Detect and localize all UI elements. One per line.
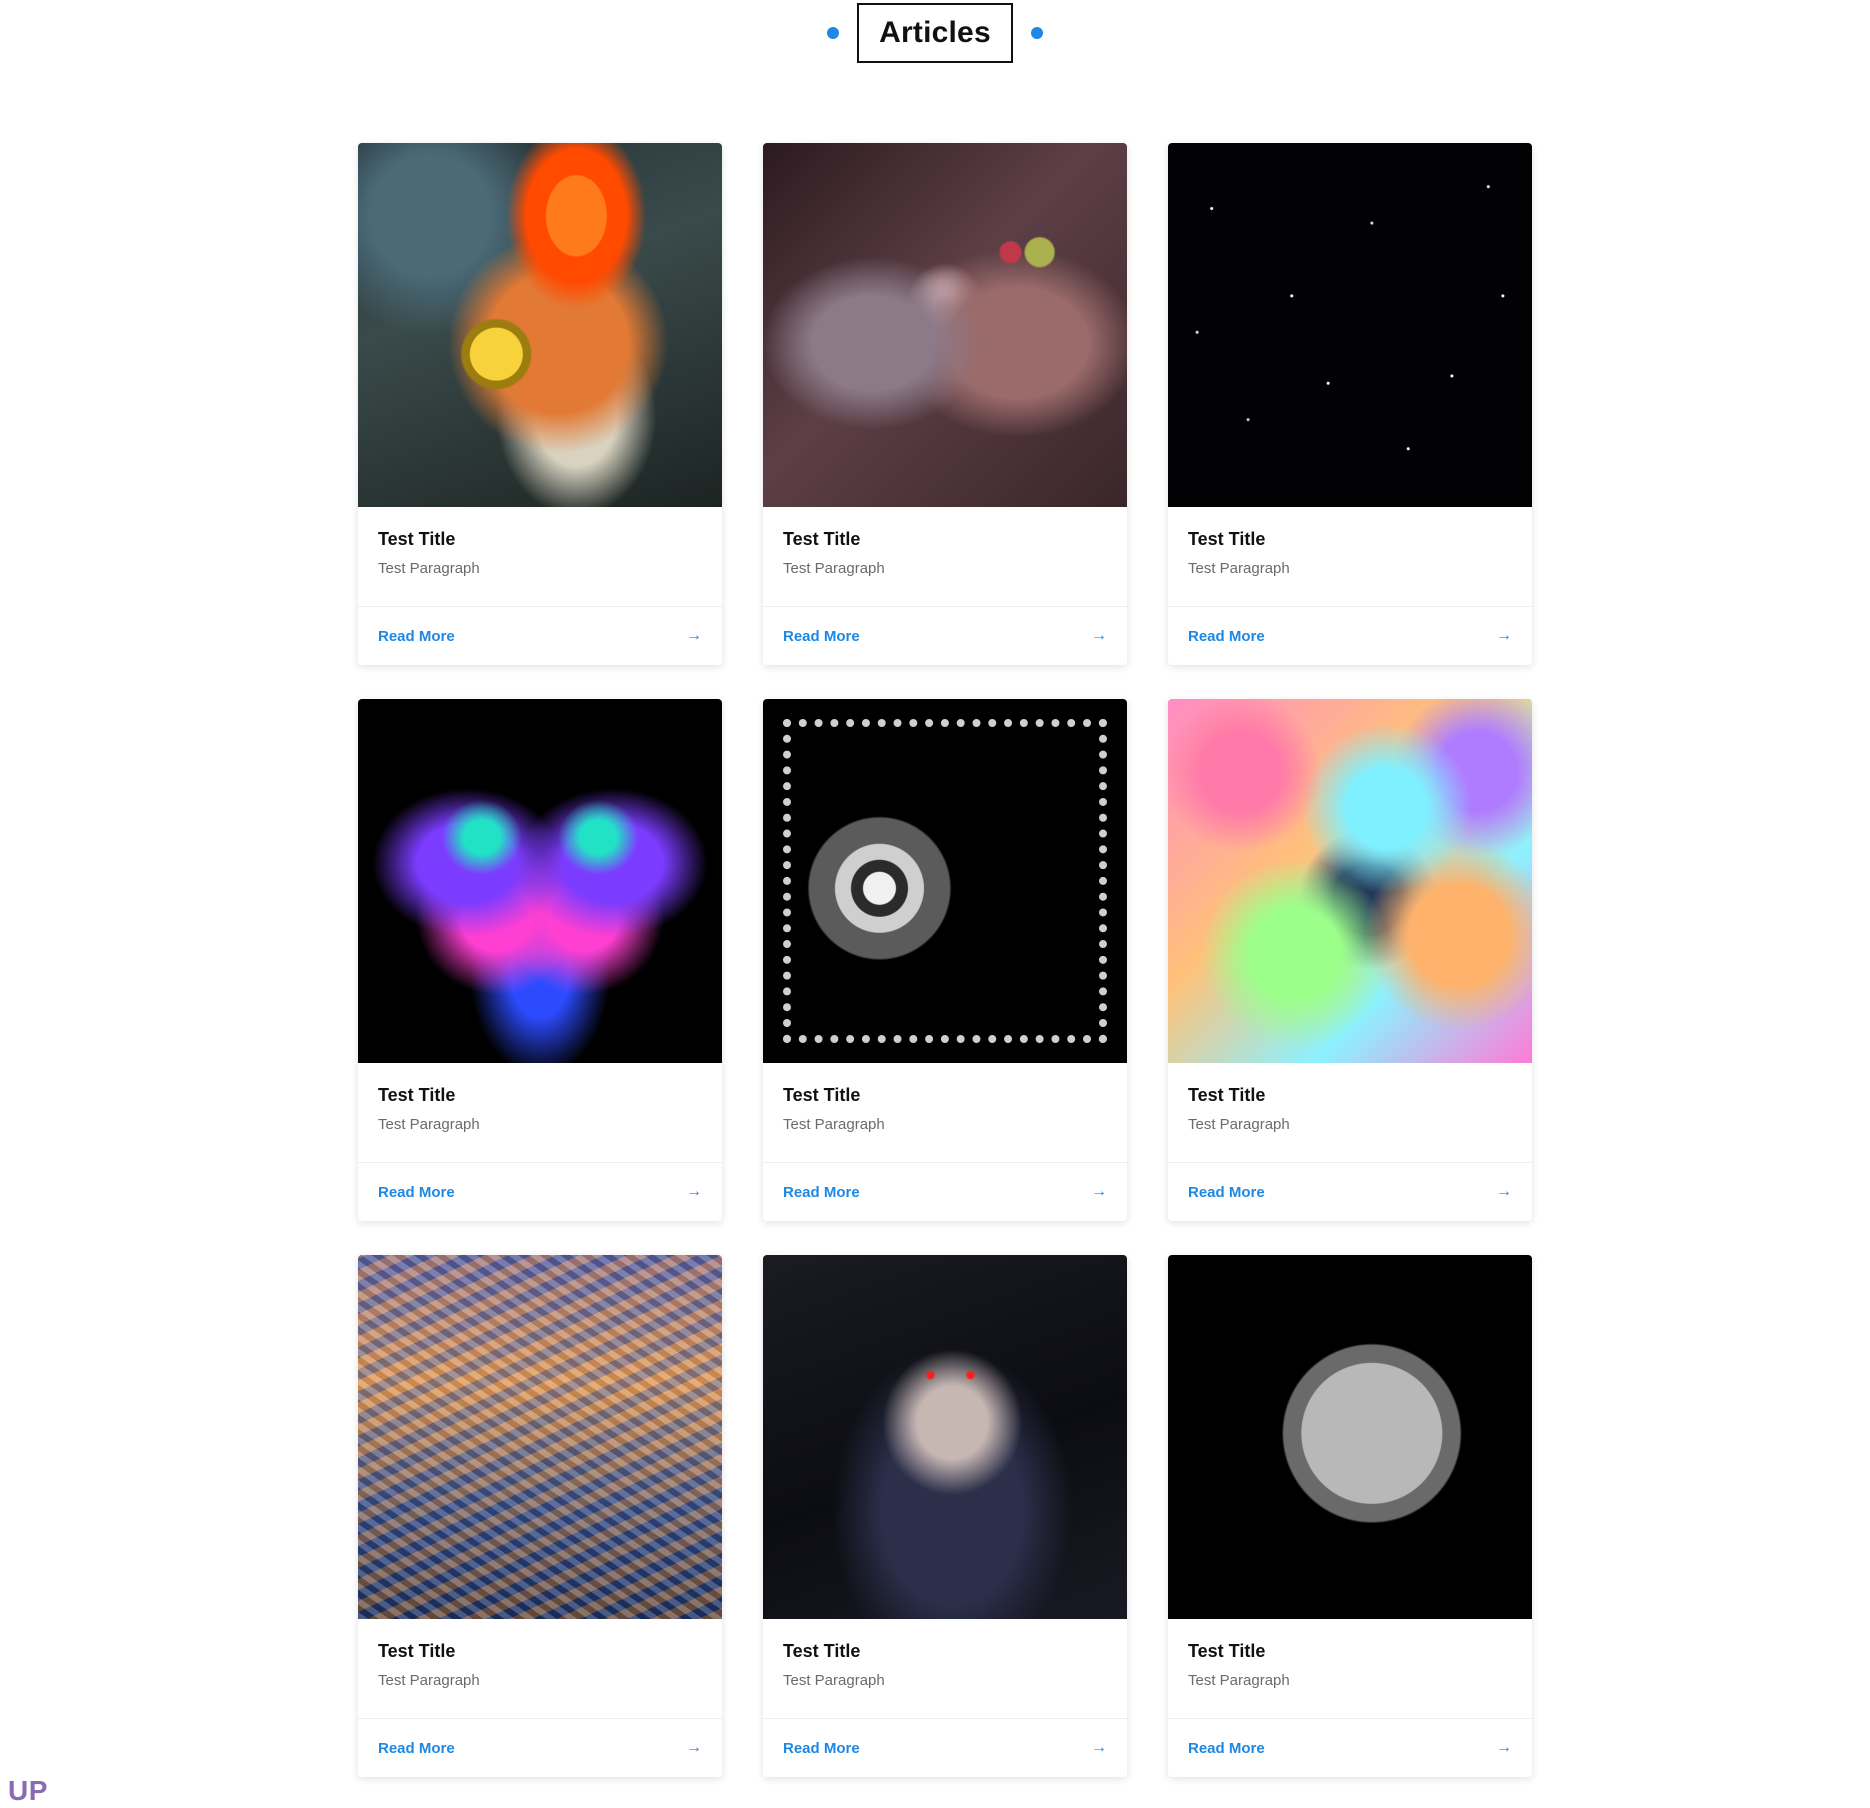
arrow-right-icon[interactable]: → <box>686 1739 702 1757</box>
read-more-link[interactable]: Read More <box>1188 628 1265 645</box>
article-card-footer: Read More → <box>358 1163 722 1221</box>
article-image-colorful-clouds[interactable] <box>1168 699 1532 1063</box>
right-dot-icon <box>1030 27 1043 39</box>
article-card-body: Test Title Test Paragraph <box>763 1063 1127 1163</box>
article-card-2: Test Title Test Paragraph Read More → <box>763 143 1127 665</box>
article-card-8: Test Title Test Paragraph Read More → <box>763 1255 1127 1777</box>
article-image-armored-villain[interactable] <box>763 143 1127 507</box>
article-image-mechanical-skull[interactable] <box>763 699 1127 1063</box>
read-more-link[interactable]: Read More <box>783 628 860 645</box>
article-card-9: Test Title Test Paragraph Read More → <box>1168 1255 1532 1777</box>
article-card-body: Test Title Test Paragraph <box>1168 1619 1532 1719</box>
page: Articles Test Title Test Paragraph Read … <box>0 0 1870 1808</box>
article-title: Test Title <box>378 1085 456 1105</box>
article-card-body: Test Title Test Paragraph <box>1168 507 1532 607</box>
article-card-footer: Read More → <box>763 1163 1127 1221</box>
article-card-4: Test Title Test Paragraph Read More → <box>358 699 722 1221</box>
article-title: Test Title <box>783 529 861 549</box>
read-more-link[interactable]: Read More <box>378 628 455 645</box>
article-title: Test Title <box>1188 1641 1266 1661</box>
article-card-body: Test Title Test Paragraph <box>358 1619 722 1719</box>
article-card-footer: Read More → <box>763 607 1127 665</box>
arrow-right-icon[interactable]: → <box>686 627 702 645</box>
article-image-neon-butterfly[interactable] <box>358 699 722 1063</box>
read-more-link[interactable]: Read More <box>1188 1740 1265 1757</box>
article-card-body: Test Title Test Paragraph <box>358 507 722 607</box>
article-image-half-moon[interactable] <box>1168 1255 1532 1619</box>
arrow-right-icon[interactable]: → <box>1496 1183 1512 1201</box>
article-card-footer: Read More → <box>1168 1719 1532 1777</box>
arrow-right-icon[interactable]: → <box>686 1183 702 1201</box>
article-paragraph: Test Paragraph <box>783 560 885 577</box>
article-card-body: Test Title Test Paragraph <box>1168 1063 1532 1163</box>
article-card-footer: Read More → <box>358 1719 722 1777</box>
article-title: Test Title <box>783 1085 861 1105</box>
article-image-starry-sky[interactable] <box>1168 143 1532 507</box>
article-paragraph: Test Paragraph <box>378 1116 480 1133</box>
article-paragraph: Test Paragraph <box>1188 1116 1290 1133</box>
article-card-3: Test Title Test Paragraph Read More → <box>1168 143 1532 665</box>
article-card-1: Test Title Test Paragraph Read More → <box>358 143 722 665</box>
article-title: Test Title <box>1188 529 1266 549</box>
article-image-low-poly-landscape[interactable] <box>358 1255 722 1619</box>
article-title: Test Title <box>378 1641 456 1661</box>
article-paragraph: Test Paragraph <box>378 560 480 577</box>
article-paragraph: Test Paragraph <box>1188 560 1290 577</box>
article-card-6: Test Title Test Paragraph Read More → <box>1168 699 1532 1221</box>
article-card-body: Test Title Test Paragraph <box>358 1063 722 1163</box>
arrow-right-icon[interactable]: → <box>1496 1739 1512 1757</box>
read-more-link[interactable]: Read More <box>378 1740 455 1757</box>
article-title: Test Title <box>1188 1085 1266 1105</box>
left-dot-icon <box>827 27 840 39</box>
article-card-7: Test Title Test Paragraph Read More → <box>358 1255 722 1777</box>
article-card-footer: Read More → <box>1168 607 1532 665</box>
read-more-link[interactable]: Read More <box>783 1184 860 1201</box>
articles-header-inner: Articles <box>827 3 1043 63</box>
article-card-body: Test Title Test Paragraph <box>763 507 1127 607</box>
scroll-up-button[interactable]: UP <box>8 1775 48 1807</box>
article-card-footer: Read More → <box>358 607 722 665</box>
article-paragraph: Test Paragraph <box>378 1672 480 1689</box>
arrow-right-icon[interactable]: → <box>1496 627 1512 645</box>
arrow-right-icon[interactable]: → <box>1091 1739 1107 1757</box>
article-title: Test Title <box>783 1641 861 1661</box>
arrow-right-icon[interactable]: → <box>1091 1183 1107 1201</box>
article-paragraph: Test Paragraph <box>1188 1672 1290 1689</box>
read-more-link[interactable]: Read More <box>378 1184 455 1201</box>
article-image-anime-girl[interactable] <box>763 1255 1127 1619</box>
article-paragraph: Test Paragraph <box>783 1116 885 1133</box>
article-title: Test Title <box>378 529 456 549</box>
articles-header: Articles <box>0 3 1870 63</box>
article-image-fire-sorcerer[interactable] <box>358 143 722 507</box>
article-card-5: Test Title Test Paragraph Read More → <box>763 699 1127 1221</box>
article-card-footer: Read More → <box>763 1719 1127 1777</box>
section-title: Articles <box>857 3 1013 63</box>
read-more-link[interactable]: Read More <box>1188 1184 1265 1201</box>
article-card-body: Test Title Test Paragraph <box>763 1619 1127 1719</box>
article-card-footer: Read More → <box>1168 1163 1532 1221</box>
arrow-right-icon[interactable]: → <box>1091 627 1107 645</box>
read-more-link[interactable]: Read More <box>783 1740 860 1757</box>
articles-grid: Test Title Test Paragraph Read More → Te… <box>358 143 1532 1777</box>
article-paragraph: Test Paragraph <box>783 1672 885 1689</box>
